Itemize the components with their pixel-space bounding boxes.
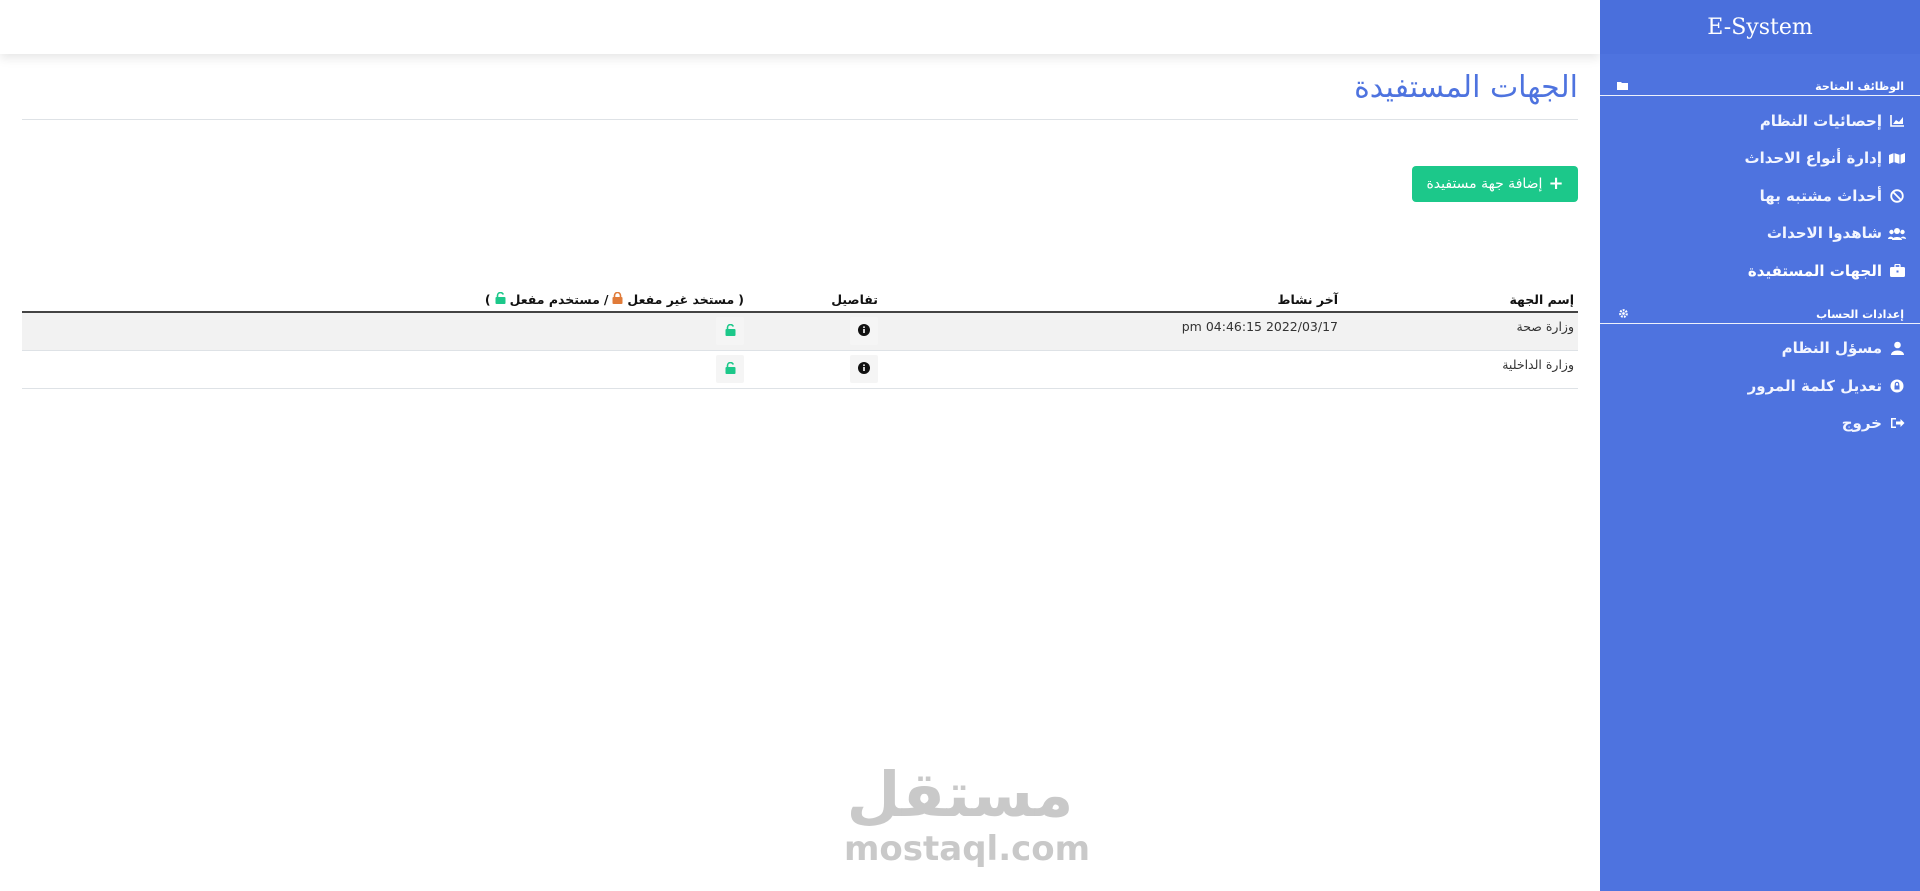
lock-icon <box>612 291 623 307</box>
map-icon <box>1888 150 1906 166</box>
unlock-icon <box>495 291 506 307</box>
chart-area-icon <box>1888 113 1906 129</box>
page-title: الجهات المستفيدة <box>1354 70 1578 105</box>
cell-last-activity <box>882 350 1342 389</box>
title-divider <box>22 119 1578 120</box>
sidebar-item-label: إحصائيات النظام <box>1759 111 1882 130</box>
user-icon <box>1888 340 1906 356</box>
sidebar-item-label: خروج <box>1841 414 1882 433</box>
sidebar-section-functions: الوظائف المتاحة <box>1600 80 1920 96</box>
sidebar-section-account-label: إعدادات الحساب <box>1816 307 1904 321</box>
sidebar-item-admin[interactable]: مسؤل النظام <box>1600 330 1920 368</box>
details-button[interactable] <box>850 317 878 346</box>
main-content: الجهات المستفيدة + إضافة جهة مستفيدة إسم… <box>0 54 1600 891</box>
beneficiaries-table: إسم الجهة آخر نشاط تفاصيل ( مستخد غير مف… <box>22 288 1578 389</box>
table-header-row: إسم الجهة آخر نشاط تفاصيل ( مستخد غير مف… <box>22 288 1578 313</box>
status-legend-close: ) <box>484 292 491 307</box>
col-header-name: إسم الجهة <box>1342 288 1578 313</box>
watermark-arabic: مستقل <box>846 758 1074 831</box>
sidebar-item-suspicious-events[interactable]: أحداث مشتبه بها <box>1600 177 1920 215</box>
sidebar-section-account: إعدادات الحساب <box>1600 308 1920 324</box>
toggle-user-status-button[interactable] <box>716 317 744 346</box>
sidebar-item-label: الجهات المستفيدة <box>1747 261 1882 280</box>
sidebar-item-statistics[interactable]: إحصائيات النظام <box>1600 102 1920 140</box>
sidebar-menu-account: مسؤل النظام تعديل كلمة المرور خروج <box>1600 330 1920 443</box>
cell-status <box>22 350 748 389</box>
status-legend-sep: / <box>603 292 609 307</box>
info-circle-icon <box>858 323 870 339</box>
sidebar-item-label: أحداث مشتبه بها <box>1759 186 1882 205</box>
sidebar-item-label: إدارة أنواع الاحداث <box>1744 149 1882 168</box>
lock-icon <box>1888 378 1906 394</box>
status-legend-open: ( <box>738 292 744 307</box>
cell-details <box>748 350 882 389</box>
top-bar <box>0 0 1600 54</box>
details-button[interactable] <box>850 355 878 383</box>
unlock-icon <box>725 361 736 377</box>
table-row: وزارة الداخلية <box>22 350 1578 389</box>
plus-icon: + <box>1548 173 1564 194</box>
add-beneficiary-label: إضافة جهة مستفيدة <box>1426 176 1543 192</box>
sign-out-icon <box>1888 415 1906 431</box>
ban-icon <box>1888 188 1906 204</box>
status-legend-inactive: مستخد غير مفعل <box>627 292 735 307</box>
col-header-last-activity: آخر نشاط <box>882 288 1342 313</box>
toggle-user-status-button[interactable] <box>716 355 744 383</box>
sidebar-item-label: تعديل كلمة المرور <box>1747 376 1882 395</box>
cell-name: وزارة صحة <box>1342 312 1578 351</box>
folder-open-icon <box>1616 80 1630 92</box>
table-row: وزارة صحة pm 04:46:15 2022/03/17 <box>22 312 1578 351</box>
sidebar-item-event-types[interactable]: إدارة أنواع الاحداث <box>1600 140 1920 178</box>
cell-last-activity: pm 04:46:15 2022/03/17 <box>882 312 1342 351</box>
sidebar-item-beneficiaries[interactable]: الجهات المستفيدة <box>1600 252 1920 290</box>
sidebar-item-change-password[interactable]: تعديل كلمة المرور <box>1600 367 1920 405</box>
cell-status <box>22 312 748 351</box>
watermark: مستقل mostaql.com <box>844 758 1091 869</box>
sidebar: E-System الوظائف المتاحة إحصائيات النظام… <box>1600 0 1920 891</box>
unlock-icon <box>725 323 736 339</box>
add-beneficiary-button[interactable]: + إضافة جهة مستفيدة <box>1412 166 1578 202</box>
status-legend: ( مستخد غير مفعل / مستخدم مفعل ) <box>484 291 744 307</box>
brand-title[interactable]: E-System <box>1600 0 1920 54</box>
cell-details <box>748 312 882 351</box>
status-legend-active: مستخدم مفعل <box>509 292 600 307</box>
sidebar-menu-functions: إحصائيات النظام إدارة أنواع الاحداث أحدا… <box>1600 102 1920 290</box>
cell-name: وزارة الداخلية <box>1342 350 1578 389</box>
info-circle-icon <box>858 361 870 377</box>
sidebar-item-logout[interactable]: خروج <box>1600 405 1920 443</box>
sidebar-item-label: شاهدوا الاحداث <box>1766 224 1882 243</box>
col-header-details: تفاصيل <box>748 288 882 313</box>
briefcase-icon <box>1888 263 1906 279</box>
sidebar-section-functions-label: الوظائف المتاحة <box>1815 80 1904 93</box>
col-header-status: ( مستخد غير مفعل / مستخدم مفعل ) <box>22 288 748 313</box>
gear-icon <box>1616 308 1630 320</box>
users-icon <box>1888 225 1906 241</box>
watermark-latin: mostaql.com <box>844 829 1091 869</box>
sidebar-item-label: مسؤل النظام <box>1781 339 1882 358</box>
sidebar-item-witnesses[interactable]: شاهدوا الاحداث <box>1600 215 1920 253</box>
